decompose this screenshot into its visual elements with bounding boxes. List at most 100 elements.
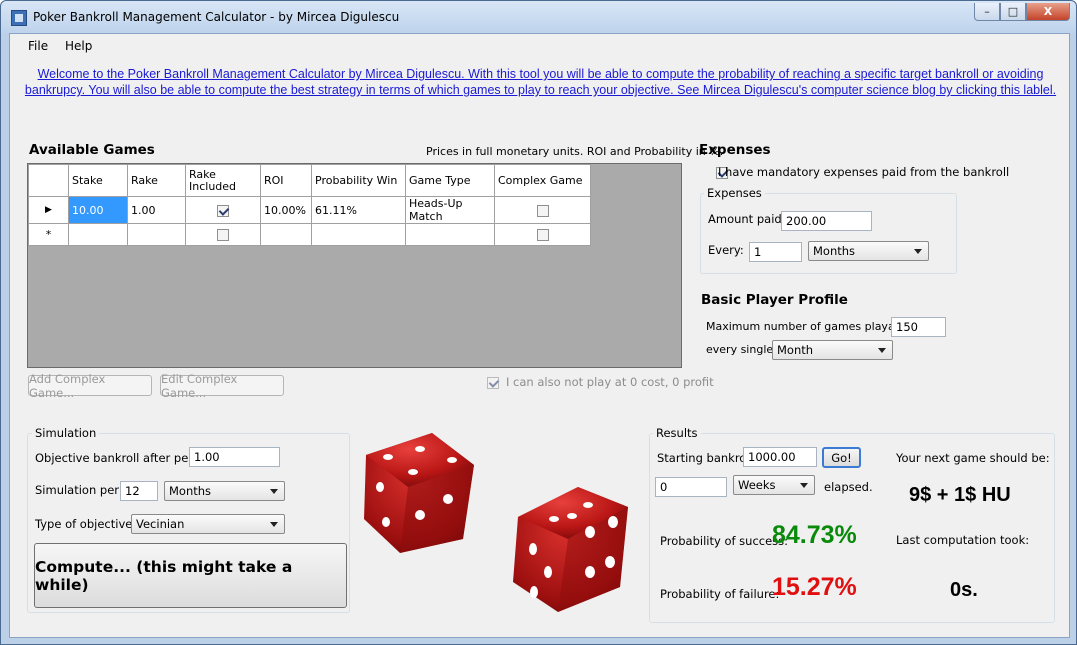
amount-paid-input[interactable]: 200.00 <box>781 211 872 231</box>
expenses-group-title: Expenses <box>704 186 765 200</box>
success-value: 84.73% <box>772 521 857 549</box>
client-area: File Help Welcome to the Poker Bankroll … <box>9 33 1070 638</box>
games-grid[interactable]: Stake Rake Rake Included ROI Probability… <box>27 163 682 368</box>
chevron-down-icon <box>270 489 278 494</box>
expenses-heading: Expenses <box>699 142 771 158</box>
every-single-select[interactable]: Month <box>772 340 893 360</box>
column-game-type[interactable]: Game Type <box>405 164 495 197</box>
amount-paid-label: Amount paid: <box>708 212 786 226</box>
window-controls: – □ X <box>974 3 1070 21</box>
starting-bankroll-input[interactable]: 1000.00 <box>743 447 817 467</box>
title-bar[interactable]: Poker Bankroll Management Calculator - b… <box>1 1 1076 33</box>
cell-stake[interactable]: 10.00 <box>68 196 128 224</box>
column-roi[interactable]: ROI <box>260 164 312 197</box>
column-probability-win[interactable]: Probability Win <box>311 164 406 197</box>
compute-button[interactable]: Compute... (this might take a while) <box>34 543 347 608</box>
cell-probability-win-new[interactable] <box>311 223 406 246</box>
available-games-heading: Available Games <box>29 142 155 158</box>
cell-rake-new[interactable] <box>127 223 186 246</box>
chevron-down-icon <box>878 348 886 353</box>
every-input[interactable]: 1 <box>749 242 802 262</box>
every-single-label: every single <box>706 343 774 356</box>
next-game-label: Your next game should be: <box>896 451 1050 465</box>
rake-included-checkbox-new[interactable] <box>217 229 229 241</box>
cell-stake-new[interactable] <box>68 223 128 246</box>
cell-game-type[interactable]: Heads-Up Match <box>405 196 495 224</box>
window-title: Poker Bankroll Management Calculator - b… <box>33 10 400 24</box>
zero-cost-checkbox[interactable] <box>487 376 499 389</box>
add-complex-game-button[interactable]: Add Complex Game... <box>28 372 152 400</box>
games-table: Stake Rake Rake Included ROI Probability… <box>28 164 591 246</box>
die-left <box>364 433 474 553</box>
new-row-marker[interactable]: * <box>28 223 69 246</box>
every-unit-select[interactable]: Months <box>808 241 929 261</box>
simulation-group-title: Simulation <box>32 426 100 440</box>
menu-bar: File Help <box>10 34 1069 58</box>
column-rake[interactable]: Rake <box>127 164 186 197</box>
app-icon <box>11 10 27 26</box>
row-selector-arrow[interactable]: ▶ <box>28 196 69 224</box>
column-rake-included[interactable]: Rake Included <box>185 164 261 197</box>
table-row-new[interactable]: * <box>28 223 591 246</box>
die-right <box>513 487 628 612</box>
chevron-down-icon <box>270 522 278 527</box>
table-row[interactable]: ▶ 10.00 1.00 10.00% 61.11% Heads-Up Matc… <box>28 196 591 224</box>
cell-complex-game[interactable] <box>494 196 591 224</box>
complex-game-checkbox-new[interactable] <box>536 229 549 241</box>
chevron-down-icon <box>914 249 922 254</box>
results-group-title: Results <box>653 426 701 440</box>
cell-roi-new[interactable] <box>260 223 312 246</box>
failure-value: 15.27% <box>772 573 857 601</box>
elapsed-unit-select[interactable]: Weeks <box>733 475 815 495</box>
zero-cost-label: I can also not play at 0 cost, 0 profit <box>506 375 714 389</box>
cell-roi[interactable]: 10.00% <box>260 196 312 224</box>
column-complex-game[interactable]: Complex Game <box>494 164 591 197</box>
go-button[interactable]: Go! <box>822 447 861 468</box>
column-stake[interactable]: Stake <box>68 164 128 197</box>
elapsed-label: elapsed. <box>824 480 873 494</box>
period-unit-select[interactable]: Months <box>164 481 285 501</box>
edit-complex-game-button[interactable]: Edit Complex Game... <box>160 372 284 400</box>
row-header-corner <box>28 164 69 197</box>
period-input[interactable]: 12 <box>120 481 158 501</box>
type-of-objective-label: Type of objective: <box>35 517 137 531</box>
max-games-input[interactable]: 150 <box>891 317 946 337</box>
cell-rake-included[interactable] <box>185 196 261 224</box>
cell-rake[interactable]: 1.00 <box>127 196 186 224</box>
max-games-label: Maximum number of games playable: <box>706 320 916 333</box>
cell-probability-win[interactable]: 61.11% <box>311 196 406 224</box>
app-window: Poker Bankroll Management Calculator - b… <box>0 0 1077 645</box>
expenses-group <box>700 193 957 274</box>
welcome-link[interactable]: Welcome to the Poker Bankroll Management… <box>18 66 1063 98</box>
cell-complex-game-new[interactable] <box>494 223 591 246</box>
objective-label: Objective bankroll after period: <box>35 451 215 465</box>
close-button[interactable]: X <box>1026 3 1070 21</box>
minimize-button[interactable]: – <box>974 3 1000 21</box>
expenses-checkbox-label: I have mandatory expenses paid from the … <box>718 165 1010 179</box>
every-single-value: Month <box>777 343 814 357</box>
failure-label: Probability of failure: <box>660 587 780 601</box>
success-label: Probability of success: <box>660 534 789 548</box>
cell-game-type-new[interactable] <box>405 223 495 246</box>
objective-input[interactable]: 1.00 <box>189 447 280 467</box>
prices-note: Prices in full monetary units. ROI and P… <box>426 145 724 158</box>
menu-file[interactable]: File <box>28 39 48 53</box>
every-unit-value: Months <box>813 244 856 258</box>
cell-rake-included-new[interactable] <box>185 223 261 246</box>
player-profile-heading: Basic Player Profile <box>701 292 848 308</box>
elapsed-input[interactable]: 0 <box>655 477 727 497</box>
type-of-objective-select[interactable]: Vecinian <box>131 514 285 534</box>
menu-help[interactable]: Help <box>65 39 92 53</box>
rake-included-checkbox[interactable] <box>217 204 229 217</box>
last-computation-value: 0s. <box>950 579 978 601</box>
type-of-objective-value: Vecinian <box>136 517 185 531</box>
dice-image <box>364 433 628 612</box>
starting-bankroll-label: Starting bankroll: <box>657 451 757 465</box>
maximize-button[interactable]: □ <box>1000 3 1026 21</box>
complex-game-checkbox[interactable] <box>536 204 549 217</box>
period-unit-value: Months <box>169 484 212 498</box>
table-header-row: Stake Rake Rake Included ROI Probability… <box>28 164 591 197</box>
chevron-down-icon <box>800 483 808 488</box>
next-game-value: 9$ + 1$ HU <box>909 484 1011 506</box>
elapsed-unit-value: Weeks <box>738 478 776 492</box>
